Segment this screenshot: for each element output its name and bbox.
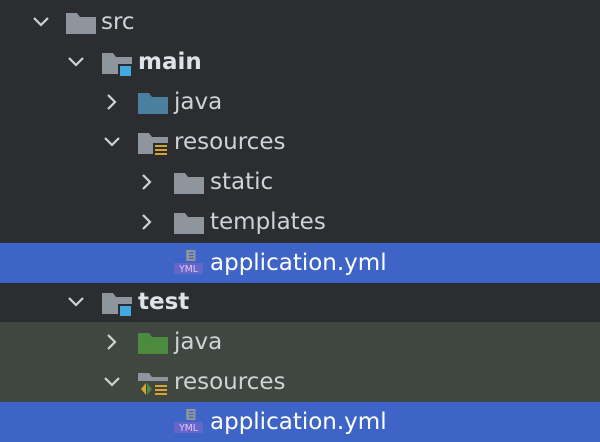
tree-row-static[interactable]: static	[0, 162, 600, 202]
tree-label-src: src	[101, 9, 135, 35]
folder-icon	[64, 10, 98, 36]
test-resources-folder-icon	[136, 370, 170, 397]
folder-icon	[172, 210, 206, 236]
tree-label-resources: resources	[174, 129, 286, 155]
chevron-down-icon[interactable]	[30, 11, 52, 33]
tree-row-application-yml[interactable]: YML application.yml	[0, 402, 600, 442]
tree-row-templates[interactable]: templates	[0, 202, 600, 242]
tree-label-java: java	[174, 89, 223, 115]
test-source-folder-icon	[136, 330, 170, 356]
folder-icon	[172, 170, 206, 196]
tree-label-templates: templates	[210, 209, 326, 235]
resources-folder-icon	[136, 130, 170, 157]
tree-row-src[interactable]: src	[0, 2, 600, 42]
tree-label-application-yml: application.yml	[210, 409, 387, 435]
tree-label-resources: resources	[174, 369, 286, 395]
chevron-down-icon[interactable]	[65, 291, 87, 313]
chevron-down-icon[interactable]	[65, 51, 87, 73]
chevron-right-icon[interactable]	[136, 171, 158, 193]
tree-label-static: static	[210, 169, 274, 195]
yml-file-icon: YML	[172, 408, 206, 434]
yml-badge: YML	[178, 264, 199, 275]
tree-label-application-yml: application.yml	[210, 250, 387, 276]
tree-row-main-java[interactable]: java	[0, 82, 600, 122]
tree-label-java: java	[174, 329, 223, 355]
source-root-folder-icon	[100, 50, 134, 77]
chevron-down-icon[interactable]	[101, 371, 123, 393]
tree-label-main: main	[138, 49, 202, 75]
source-folder-icon	[136, 90, 170, 116]
source-root-folder-icon	[100, 290, 134, 317]
tree-row-main-resources[interactable]: resources	[0, 122, 600, 162]
tree-row-test[interactable]: test	[0, 282, 600, 322]
tree-row-test-resources[interactable]: resources	[0, 362, 600, 402]
tree-label-test: test	[138, 289, 190, 315]
yml-badge: YML	[178, 423, 199, 434]
chevron-right-icon[interactable]	[101, 331, 123, 353]
chevron-down-icon[interactable]	[101, 131, 123, 153]
tree-row-test-java[interactable]: java	[0, 322, 600, 362]
project-tree: src main java resources static templates…	[0, 0, 600, 442]
yml-file-icon: YML	[172, 249, 206, 275]
tree-row-application-yml[interactable]: YML application.yml	[0, 243, 600, 283]
chevron-right-icon[interactable]	[136, 211, 158, 233]
tree-row-main[interactable]: main	[0, 42, 600, 82]
chevron-right-icon[interactable]	[101, 91, 123, 113]
